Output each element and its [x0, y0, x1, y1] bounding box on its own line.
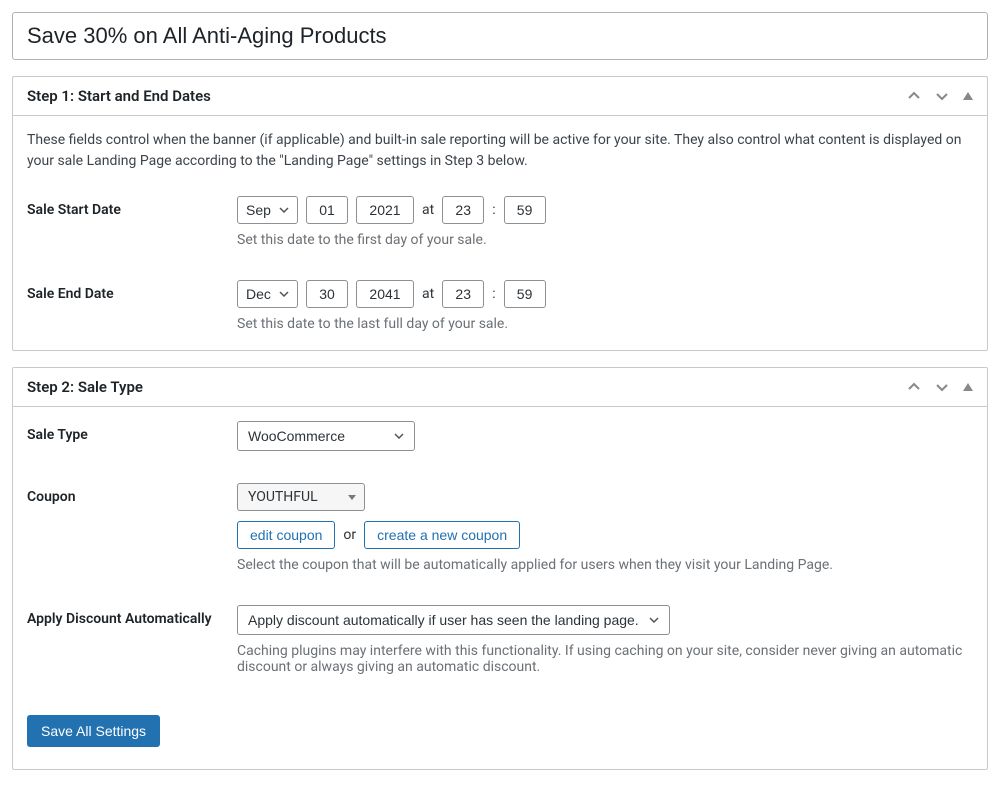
triangle-up-icon[interactable]: [963, 383, 973, 391]
end-day-input[interactable]: [306, 280, 348, 308]
edit-coupon-button[interactable]: edit coupon: [237, 521, 335, 549]
apply-discount-label: Apply Discount Automatically: [27, 605, 237, 675]
start-help: Set this date to the first day of your s…: [237, 232, 973, 248]
start-year-input[interactable]: [356, 196, 414, 224]
step2-panel: Step 2: Sale Type Sale Type WooCommerce …: [12, 367, 988, 770]
end-help: Set this date to the last full day of yo…: [237, 316, 973, 332]
end-min-input[interactable]: [504, 280, 546, 308]
end-year-input[interactable]: [356, 280, 414, 308]
colon-text: :: [492, 286, 495, 302]
end-date-label: Sale End Date: [27, 280, 237, 332]
end-hour-input[interactable]: [442, 280, 484, 308]
step1-header: Step 1: Start and End Dates: [13, 77, 987, 116]
chevron-up-icon[interactable]: [907, 380, 921, 394]
start-min-input[interactable]: [504, 196, 546, 224]
coupon-help: Select the coupon that will be automatic…: [237, 557, 973, 573]
title-input[interactable]: [12, 12, 988, 60]
at-text: at: [422, 202, 434, 218]
apply-discount-select[interactable]: Apply discount automatically if user has…: [237, 605, 670, 635]
sale-type-select[interactable]: WooCommerce: [237, 421, 415, 451]
start-month-select[interactable]: Sep: [237, 196, 298, 224]
step1-description: These fields control when the banner (if…: [27, 130, 973, 172]
coupon-label: Coupon: [27, 483, 237, 573]
step2-header: Step 2: Sale Type: [13, 368, 987, 407]
or-text: or: [343, 527, 356, 543]
save-all-settings-button[interactable]: Save All Settings: [27, 715, 160, 747]
chevron-down-icon[interactable]: [935, 89, 949, 103]
create-coupon-button[interactable]: create a new coupon: [364, 521, 520, 549]
start-hour-input[interactable]: [442, 196, 484, 224]
apply-discount-help: Caching plugins may interfere with this …: [237, 643, 973, 675]
chevron-down-icon[interactable]: [935, 380, 949, 394]
end-month-select[interactable]: Dec: [237, 280, 298, 308]
step1-panel: Step 1: Start and End Dates These fields…: [12, 76, 988, 351]
coupon-select[interactable]: YOUTHFUL: [237, 483, 365, 511]
chevron-up-icon[interactable]: [907, 89, 921, 103]
step2-title: Step 2: Sale Type: [27, 378, 143, 396]
start-date-label: Sale Start Date: [27, 196, 237, 248]
colon-text: :: [492, 202, 495, 218]
start-day-input[interactable]: [306, 196, 348, 224]
step1-title: Step 1: Start and End Dates: [27, 87, 211, 105]
sale-type-label: Sale Type: [27, 421, 237, 451]
at-text: at: [422, 286, 434, 302]
triangle-up-icon[interactable]: [963, 92, 973, 100]
